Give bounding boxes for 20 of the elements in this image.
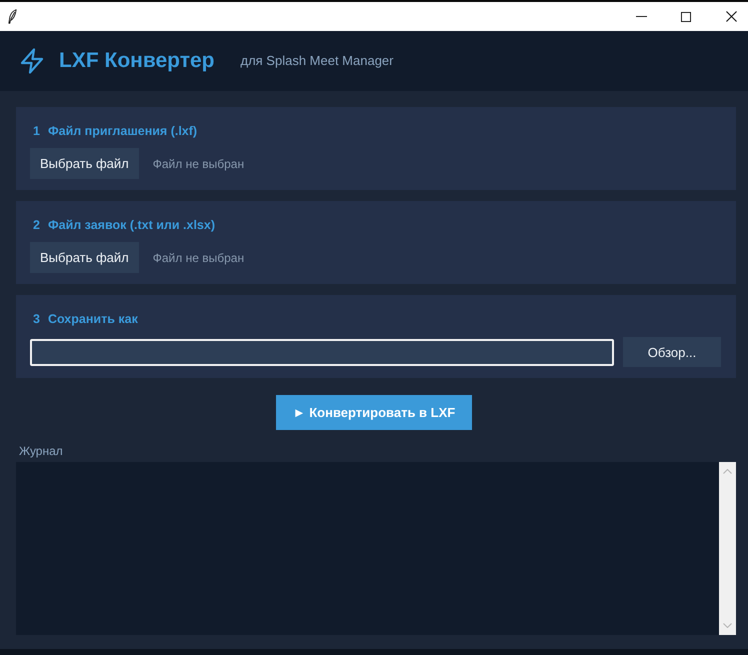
step-number: 1 <box>33 124 40 138</box>
log-text-area[interactable] <box>16 462 736 635</box>
feather-icon <box>8 9 17 24</box>
app-title: LXF Конвертер <box>59 49 214 73</box>
file-status: Файл не выбран <box>152 250 244 264</box>
app-subtitle: для Splash Meet Manager <box>240 53 394 68</box>
lightning-bolt-icon <box>20 48 44 74</box>
section-title: Файл приглашения (.lxf) <box>48 124 198 138</box>
log-label: Журнал <box>19 445 63 457</box>
choose-file-button[interactable]: Выбрать файл <box>30 242 139 273</box>
step-number: 2 <box>33 218 40 232</box>
browse-button[interactable]: Обзор... <box>623 337 721 367</box>
maximize-icon[interactable] <box>681 12 691 22</box>
file-status: Файл не выбран <box>152 156 244 170</box>
step-number: 3 <box>33 312 40 326</box>
save-path-field[interactable] <box>30 338 614 366</box>
close-icon[interactable] <box>726 11 737 22</box>
choose-file-button[interactable]: Выбрать файл <box>30 148 139 179</box>
section-title: Файл заявок (.txt или .xlsx) <box>48 218 215 232</box>
section-title: Сохранить как <box>48 312 138 326</box>
